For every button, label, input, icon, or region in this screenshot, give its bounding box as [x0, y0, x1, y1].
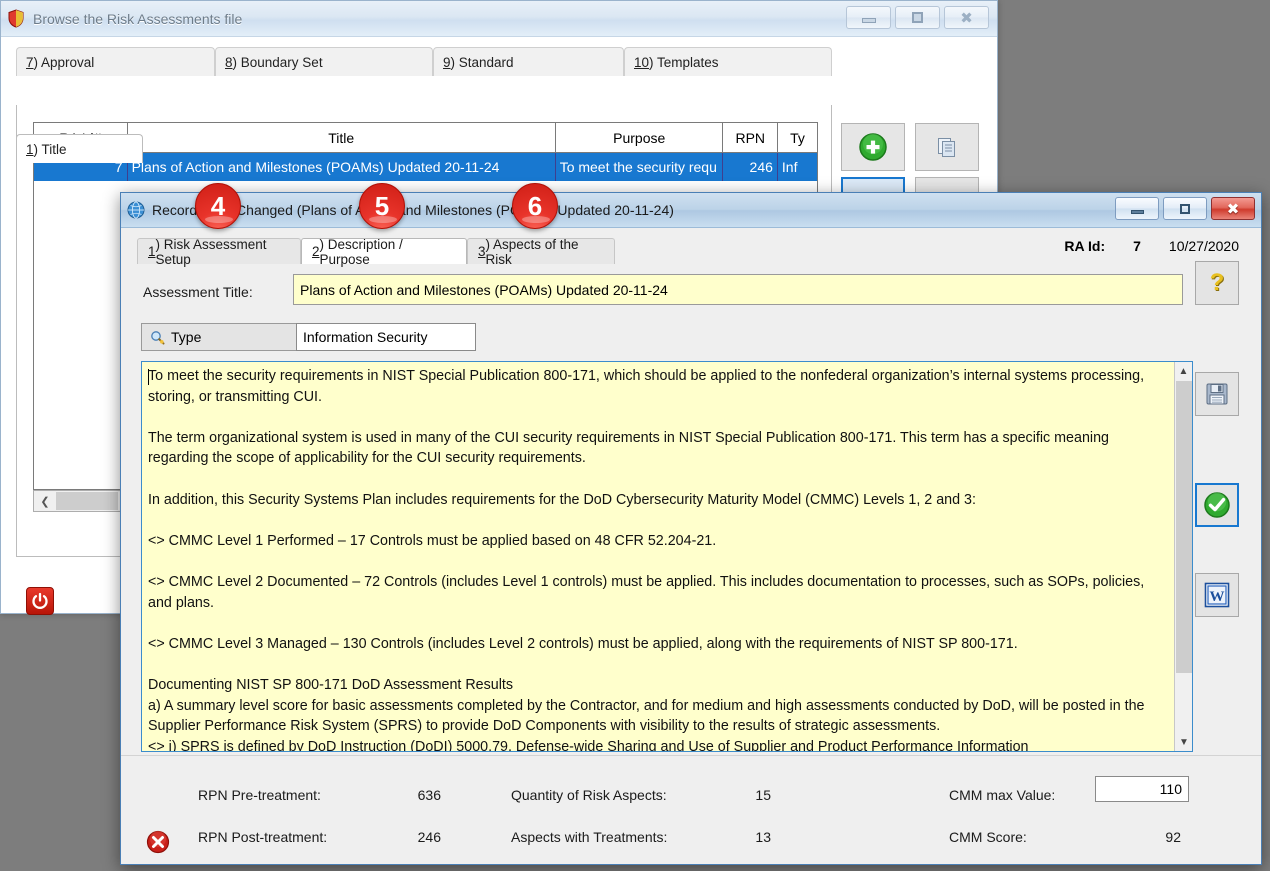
confirm-button[interactable]	[1195, 483, 1239, 527]
tab-templates-accesskey: 10	[634, 55, 649, 70]
tab-approval[interactable]: 7) Approval	[16, 47, 215, 76]
tab-title-label: ) Title	[34, 142, 67, 157]
tabrow-top[interactable]: 7) Approval 8) Boundary Set 9) Standard …	[16, 47, 832, 76]
cmm-max-value-label: CMM max Value:	[949, 787, 1055, 803]
scrollbar-thumb[interactable]	[56, 492, 118, 510]
add-icon	[858, 132, 888, 162]
tab-boundary-set-accesskey: 8	[225, 55, 233, 70]
memo-scroll-down-arrow[interactable]: ▼	[1175, 733, 1193, 751]
word-export-button[interactable]: W	[1195, 573, 1239, 617]
record-to-be-changed-dialog[interactable]: Record to be Changed (Plans of Action an…	[120, 192, 1262, 865]
scroll-left-arrow[interactable]: ❮	[34, 495, 56, 508]
browse-window-title: Browse the Risk Assessments file	[33, 11, 242, 27]
tab-templates-label: ) Templates	[649, 55, 719, 70]
tab-description-purpose-accesskey: 2	[312, 244, 320, 259]
description-text: To meet the security requirements in NIS…	[148, 366, 1168, 752]
shield-icon	[7, 9, 25, 28]
column-header-rpn[interactable]: RPN	[723, 123, 778, 152]
tab-title[interactable]: 1) Title	[16, 134, 143, 163]
tab-description-purpose-label: ) Description / Purpose	[320, 237, 456, 267]
rpn-pre-treatment-value: 636	[389, 787, 441, 803]
tab-standard[interactable]: 9) Standard	[433, 47, 624, 76]
assessment-title-value: Plans of Action and Milestones (POAMs) U…	[300, 282, 668, 298]
question-mark-icon: ?	[1210, 269, 1225, 297]
annotation-badge-5-number: 5	[375, 191, 389, 222]
search-icon	[150, 330, 165, 345]
cell-rpn: 246	[723, 153, 778, 181]
memo-scrollbar-thumb[interactable]	[1176, 381, 1192, 673]
add-record-button[interactable]	[841, 123, 905, 171]
cell-title: Plans of Action and Milestones (POAMs) U…	[128, 153, 556, 181]
column-header-purpose[interactable]: Purpose	[556, 123, 724, 152]
annotation-badge-4: 4	[195, 183, 241, 229]
word-icon: W	[1204, 582, 1230, 608]
footer-divider	[121, 755, 1261, 756]
cmm-score-value: 92	[1137, 829, 1181, 845]
rpn-pre-treatment-label: RPN Pre-treatment:	[198, 787, 321, 803]
cell-purpose: To meet the security requ	[556, 153, 724, 181]
browse-window-controls[interactable]: ✖	[846, 6, 989, 29]
desktop-background: Browse the Risk Assessments file ✖ 7) Ap…	[0, 0, 1270, 871]
quantity-risk-aspects-value: 15	[731, 787, 771, 803]
table-row[interactable]: 7 Plans of Action and Milestones (POAMs)…	[34, 153, 817, 181]
assessment-title-input[interactable]: Plans of Action and Milestones (POAMs) U…	[293, 274, 1183, 305]
tab-boundary-set[interactable]: 8) Boundary Set	[215, 47, 433, 76]
rpn-post-treatment-label: RPN Post-treatment:	[198, 829, 327, 845]
cmm-max-value-input[interactable]: 110	[1095, 776, 1189, 802]
type-value-field[interactable]: Information Security	[296, 323, 476, 351]
floppy-disk-icon	[1205, 382, 1229, 406]
assessment-title-label: Assessment Title:	[143, 284, 253, 300]
annotation-badge-4-number: 4	[211, 191, 225, 222]
tab-boundary-set-label: ) Boundary Set	[233, 55, 323, 70]
tab-title-accesskey: 1	[26, 142, 34, 157]
tab-standard-accesskey: 9	[443, 55, 451, 70]
annotation-badge-6: 6	[512, 183, 558, 229]
tab-templates[interactable]: 10) Templates	[624, 47, 832, 76]
cell-type: Inf	[778, 153, 817, 181]
copy-record-button[interactable]	[915, 123, 979, 171]
tab-description-purpose[interactable]: 2) Description / Purpose	[301, 238, 467, 264]
browse-tabstrip[interactable]: 7) Approval 8) Boundary Set 9) Standard …	[16, 47, 832, 105]
error-icon	[146, 830, 170, 854]
status-badge	[146, 830, 168, 852]
maximize-button[interactable]	[895, 6, 940, 29]
column-header-title[interactable]: Title	[128, 123, 556, 152]
type-lookup-button[interactable]: Type	[141, 323, 301, 351]
quantity-risk-aspects-label: Quantity of Risk Aspects:	[511, 787, 667, 803]
help-button[interactable]: ?	[1195, 261, 1239, 305]
type-lookup-label: Type	[171, 329, 201, 345]
browse-window-titlebar[interactable]: Browse the Risk Assessments file ✖	[1, 1, 997, 37]
grid-header-row: RA Id# Title Purpose RPN Ty	[34, 123, 817, 153]
tab-approval-label: ) Approval	[34, 55, 95, 70]
aspects-with-treatments-value: 13	[731, 829, 771, 845]
memo-vertical-scrollbar[interactable]: ▲ ▼	[1174, 362, 1192, 751]
aspects-with-treatments-label: Aspects with Treatments:	[511, 829, 667, 845]
type-value: Information Security	[303, 329, 428, 345]
cmm-score-label: CMM Score:	[949, 829, 1027, 845]
cmm-max-value: 110	[1160, 781, 1182, 797]
save-button[interactable]	[1195, 372, 1239, 416]
svg-text:W: W	[1210, 589, 1225, 605]
minimize-button[interactable]	[846, 6, 891, 29]
annotation-badge-6-number: 6	[528, 191, 542, 222]
rpn-post-treatment-value: 246	[389, 829, 441, 845]
annotation-badge-5: 5	[359, 183, 405, 229]
copy-icon	[936, 136, 958, 158]
tab-standard-label: ) Standard	[451, 55, 514, 70]
memo-scroll-up-arrow[interactable]: ▲	[1175, 362, 1192, 380]
exit-button[interactable]	[26, 587, 54, 615]
close-button[interactable]: ✖	[944, 6, 989, 29]
description-memo-box[interactable]: To meet the security requirements in NIS…	[141, 361, 1193, 752]
power-icon	[31, 592, 49, 610]
tab-approval-accesskey: 7	[26, 55, 34, 70]
green-check-icon	[1203, 491, 1231, 519]
column-header-type[interactable]: Ty	[778, 123, 817, 152]
